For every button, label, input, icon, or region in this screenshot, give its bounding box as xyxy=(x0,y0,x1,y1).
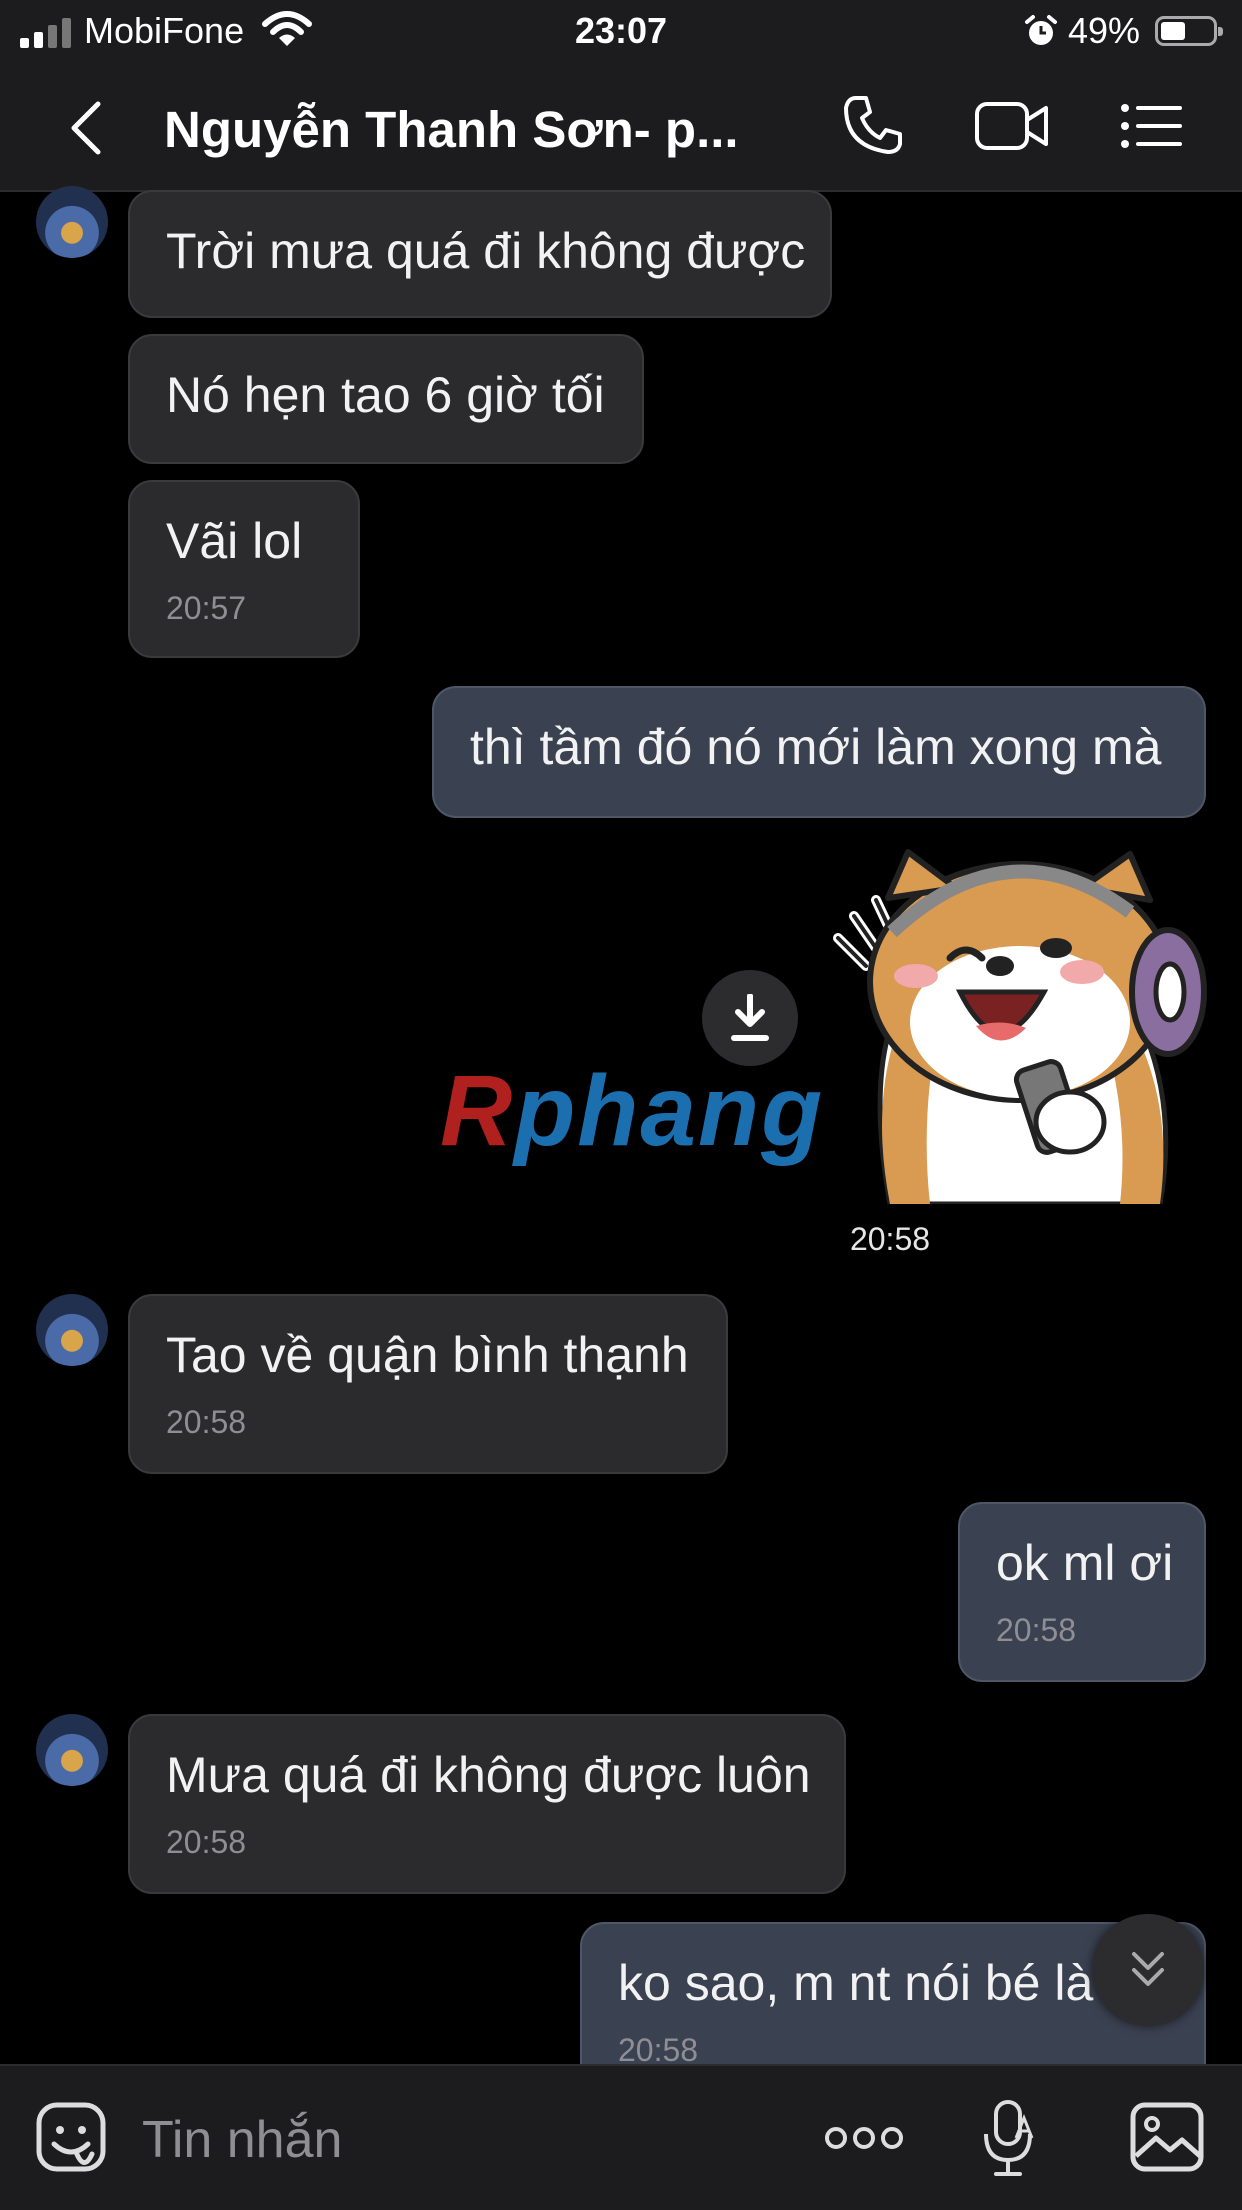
message-text: Trời mưa quá đi không được xyxy=(166,223,806,279)
phone-call-icon[interactable] xyxy=(842,94,904,156)
message-text: Tao về quận bình thạnh xyxy=(166,1327,689,1383)
sticker-emoji-icon[interactable] xyxy=(36,2102,106,2176)
more-options-icon[interactable] xyxy=(824,2124,904,2152)
shiba-sticker-image[interactable] xyxy=(830,842,1210,1204)
message-bubble-sent[interactable]: ok ml ơi 20:58 xyxy=(958,1502,1206,1682)
message-bubble[interactable]: Mưa quá đi không được luôn 20:58 xyxy=(128,1714,846,1894)
download-icon xyxy=(731,994,769,1041)
voice-microphone-icon[interactable] xyxy=(982,2098,1038,2178)
menu-list-icon[interactable] xyxy=(1120,102,1182,150)
contact-name[interactable]: Nguyễn Thanh Sơn- p... xyxy=(164,100,739,159)
contact-avatar[interactable] xyxy=(36,1294,108,1366)
watermark-logo: Rphang xyxy=(440,1055,825,1167)
message-bubble[interactable]: Vãi lol 20:57 xyxy=(128,480,360,658)
battery-icon xyxy=(1155,16,1223,46)
double-chevron-down-icon xyxy=(1132,1952,1164,1986)
contact-avatar[interactable] xyxy=(36,186,108,258)
message-text: ko sao, m nt nói bé là xyxy=(618,1955,1094,2011)
message-bubble[interactable]: Trời mưa quá đi không được xyxy=(128,190,832,318)
message-time: 20:58 xyxy=(166,1824,247,1860)
message-input-bar: Tin nhắn xyxy=(0,2064,1242,2210)
chat-header: Nguyễn Thanh Sơn- p... xyxy=(0,66,1242,192)
sticker-time: 20:58 xyxy=(834,1214,946,1264)
message-text: thì tầm đó nó mới làm xong mà xyxy=(470,719,1162,775)
message-bubble-sent[interactable]: thì tầm đó nó mới làm xong mà xyxy=(432,686,1206,818)
download-button[interactable] xyxy=(702,970,798,1066)
contact-avatar[interactable] xyxy=(36,1714,108,1786)
video-call-icon[interactable] xyxy=(974,98,1050,154)
battery-percent: 49% xyxy=(1068,10,1141,51)
message-bubble[interactable]: Tao về quận bình thạnh 20:58 xyxy=(128,1294,728,1474)
back-arrow-icon[interactable] xyxy=(66,100,106,156)
scroll-to-bottom-button[interactable] xyxy=(1092,1914,1204,2026)
message-time: 20:57 xyxy=(166,590,247,626)
message-text: Vãi lol xyxy=(166,513,303,569)
status-bar: MobiFone 23:07 49% xyxy=(0,0,1242,66)
message-text: ok ml ơi xyxy=(996,1535,1174,1591)
message-text: Mưa quá đi không được luôn xyxy=(166,1747,811,1803)
message-time: 20:58 xyxy=(166,1404,247,1440)
alarm-icon xyxy=(1025,15,1057,45)
message-bubble[interactable]: Nó hẹn tao 6 giờ tối xyxy=(128,334,644,464)
message-input[interactable]: Tin nhắn xyxy=(142,2110,342,2170)
message-time: 20:58 xyxy=(996,1612,1077,1648)
message-text: Nó hẹn tao 6 giờ tối xyxy=(166,367,605,423)
image-gallery-icon[interactable] xyxy=(1130,2102,1204,2172)
